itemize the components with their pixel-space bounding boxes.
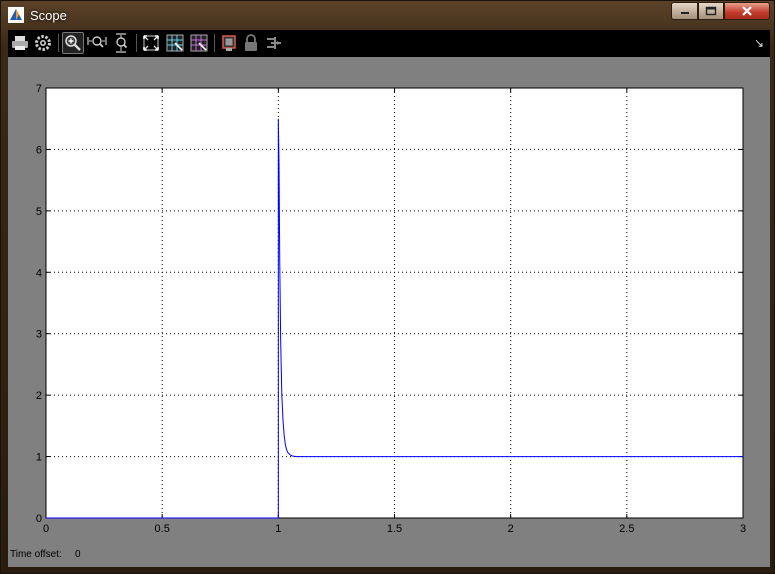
x-tick-label: 2.5 [619,523,634,535]
y-tick-label: 6 [36,144,42,156]
zoom-x-icon [87,36,107,48]
x-tick-label: 2 [508,523,514,535]
y-tick-label: 1 [36,452,42,464]
print-icon [12,36,28,50]
zoom-y-icon [116,33,128,53]
floating-scope-icon [222,35,236,51]
autoscale-icon [143,35,159,51]
simulink-app-icon [8,7,24,23]
autoscale-button[interactable] [140,32,162,54]
x-tick-label: 0.5 [155,523,170,535]
x-tick-label: 3 [740,523,746,535]
close-icon [742,6,752,16]
save-axes-settings-icon [166,34,184,52]
restore-axes-settings-button[interactable] [188,32,210,54]
y-tick-label: 3 [36,329,42,341]
scope-plot[interactable]: 0 0.5 1 1.5 2 2.5 3 0 1 2 3 4 5 6 7 [8,57,770,567]
signal-selector-button[interactable] [263,32,285,54]
time-offset-label: Time offset: [10,549,62,560]
undock-arrow-icon[interactable]: ↘ [754,36,764,50]
lock-axes-button[interactable] [240,32,262,54]
y-tick-label: 5 [36,206,42,218]
save-axes-settings-button[interactable] [164,32,186,54]
window-title: Scope [30,8,67,23]
maximize-button[interactable] [698,2,724,20]
x-tick-label: 0 [43,523,49,535]
zoom-in-icon [65,35,81,51]
scope-window: Scope ↘ 0 0.5 1 1.5 2 2.5 3 0 1 2 3 4 5 … [0,0,775,574]
parameters-gear-icon [35,35,51,51]
y-tick-label: 2 [36,390,42,402]
print-button[interactable] [9,32,31,54]
x-tick-label: 1.5 [387,523,402,535]
zoom-y-button[interactable] [110,32,132,54]
restore-icon [705,6,717,16]
y-tick-label: 4 [36,267,42,279]
time-offset-value: 0 [75,549,81,560]
signal-selector-icon [267,37,281,49]
minimize-button[interactable] [671,2,698,20]
parameters-button[interactable] [32,32,54,54]
y-tick-label: 7 [36,83,42,95]
restore-axes-settings-icon [190,34,208,52]
toolbar: ↘ [8,30,770,57]
minimize-icon [680,12,689,14]
scope-canvas: 0 0.5 1 1.5 2 2.5 3 0 1 2 3 4 5 6 7 [8,57,770,567]
zoom-in-button[interactable] [62,32,84,54]
close-button[interactable] [724,2,770,20]
lock-axes-icon [245,34,257,51]
zoom-x-button[interactable] [86,32,108,54]
floating-scope-button[interactable] [218,32,240,54]
y-tick-label: 0 [36,513,42,525]
title-bar[interactable]: Scope [1,1,775,29]
x-tick-label: 1 [275,523,281,535]
